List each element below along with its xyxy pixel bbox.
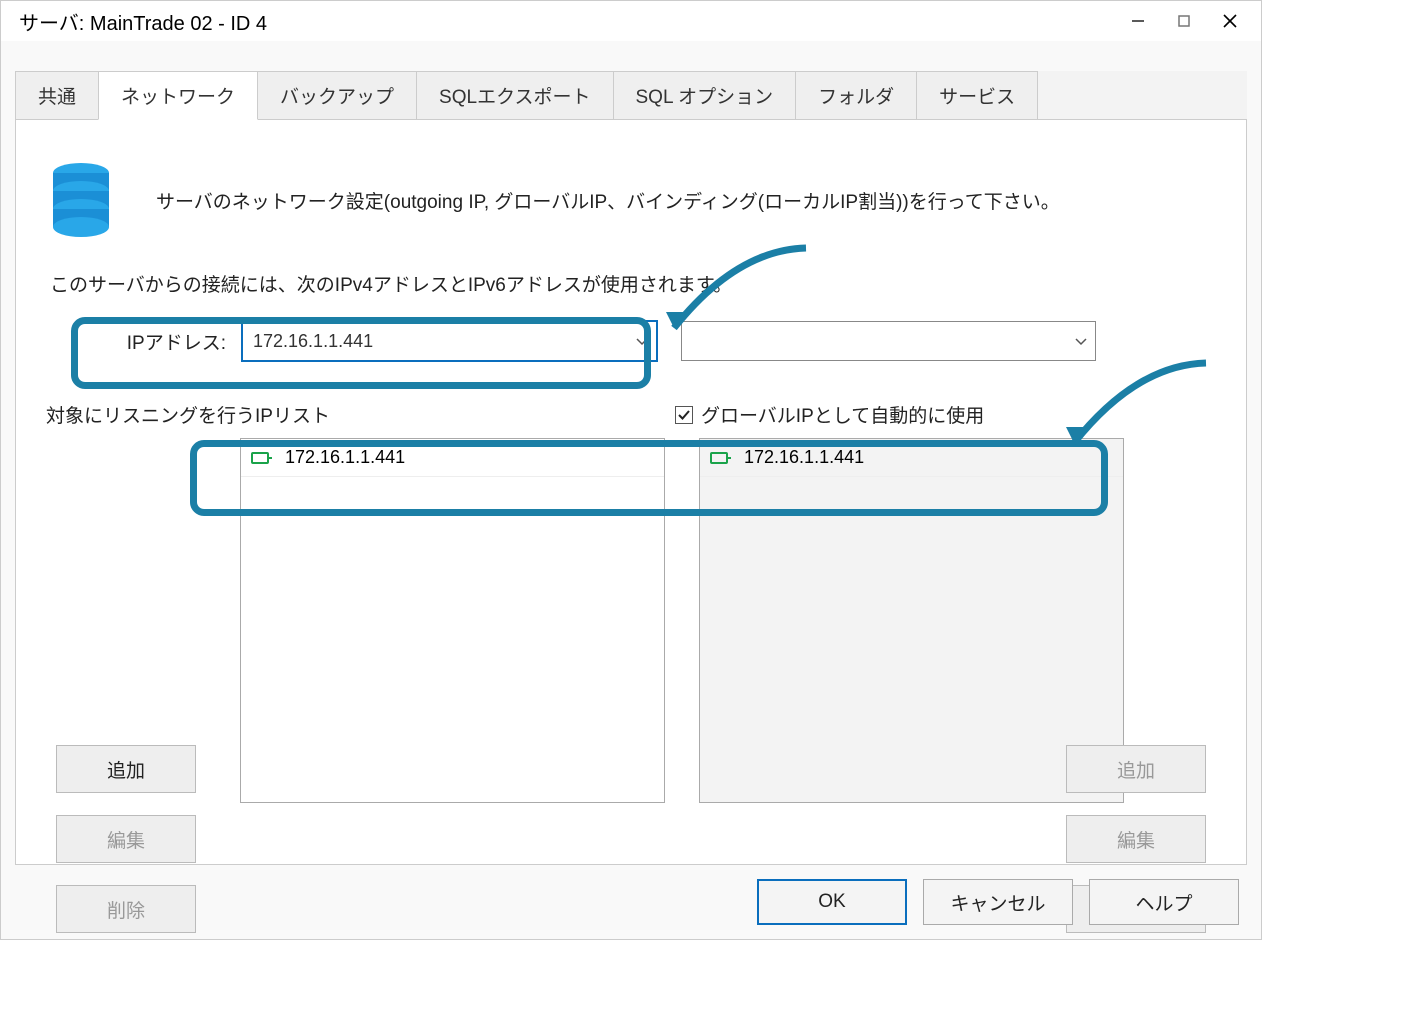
network-adapter-icon	[251, 450, 273, 466]
tab-network[interactable]: ネットワーク	[98, 71, 258, 120]
list-item-label: 172.16.1.1.441	[285, 447, 405, 468]
ip-address-label: IPアドレス:	[86, 328, 226, 355]
network-page: サーバのネットワーク設定(outgoing IP, グローバルIP、バインディン…	[15, 120, 1247, 865]
tab-service[interactable]: サービス	[916, 71, 1038, 119]
close-button[interactable]	[1207, 5, 1253, 37]
edit-button-right[interactable]: 編集	[1066, 815, 1206, 863]
intro-text: サーバのネットワーク設定(outgoing IP, グローバルIP、バインディン…	[156, 187, 1060, 214]
edit-button-left[interactable]: 編集	[56, 815, 196, 863]
minimize-button[interactable]	[1115, 5, 1161, 37]
tab-sql-export[interactable]: SQLエクスポート	[416, 71, 613, 119]
cancel-button[interactable]: キャンセル	[923, 879, 1073, 925]
titlebar: サーバ: MainTrade 02 - ID 4	[1, 1, 1261, 41]
delete-button-left[interactable]: 削除	[56, 885, 196, 933]
left-button-column: 追加 編集 削除	[56, 745, 196, 933]
network-adapter-icon	[710, 450, 732, 466]
tab-common[interactable]: 共通	[15, 71, 99, 119]
checkbox-icon	[675, 406, 693, 424]
tab-backup[interactable]: バックアップ	[257, 71, 417, 119]
list-item[interactable]: 172.16.1.1.441	[700, 439, 1123, 477]
add-button-right[interactable]: 追加	[1066, 745, 1206, 793]
connect-info-label: このサーバからの接続には、次のIPv4アドレスとIPv6アドレスが使用されます。	[50, 270, 1216, 297]
global-ip-listbox[interactable]: 172.16.1.1.441	[699, 438, 1124, 803]
tab-sql-options[interactable]: SQL オプション	[613, 71, 797, 119]
maximize-button[interactable]	[1161, 5, 1207, 37]
ok-button[interactable]: OK	[757, 879, 907, 925]
help-button[interactable]: ヘルプ	[1089, 879, 1239, 925]
ip-address-value: 172.16.1.1.441	[253, 331, 373, 352]
server-icon	[46, 160, 116, 240]
window-title: サーバ: MainTrade 02 - ID 4	[9, 7, 1115, 36]
global-ip-checkbox-row[interactable]: グローバルIPとして自動的に使用	[675, 401, 1216, 428]
global-ip-checkbox-label: グローバルIPとして自動的に使用	[701, 401, 984, 428]
list-item[interactable]: 172.16.1.1.441	[241, 439, 664, 477]
listening-ip-listbox[interactable]: 172.16.1.1.441	[240, 438, 665, 803]
secondary-ip-combo[interactable]	[681, 321, 1096, 361]
listening-list-label: 対象にリスニングを行うIPリスト	[46, 401, 641, 428]
ip-address-combo[interactable]: 172.16.1.1.441	[242, 321, 657, 361]
tab-bar: 共通 ネットワーク バックアップ SQLエクスポート SQL オプション フォル…	[15, 71, 1247, 120]
server-settings-window: サーバ: MainTrade 02 - ID 4 共通 ネットワーク バックアッ…	[0, 0, 1262, 940]
list-item-label: 172.16.1.1.441	[744, 447, 864, 468]
dialog-footer: OK キャンセル ヘルプ	[757, 879, 1239, 925]
add-button-left[interactable]: 追加	[56, 745, 196, 793]
chevron-down-icon	[636, 333, 648, 349]
chevron-down-icon	[1075, 333, 1087, 349]
tab-folder[interactable]: フォルダ	[795, 71, 917, 119]
